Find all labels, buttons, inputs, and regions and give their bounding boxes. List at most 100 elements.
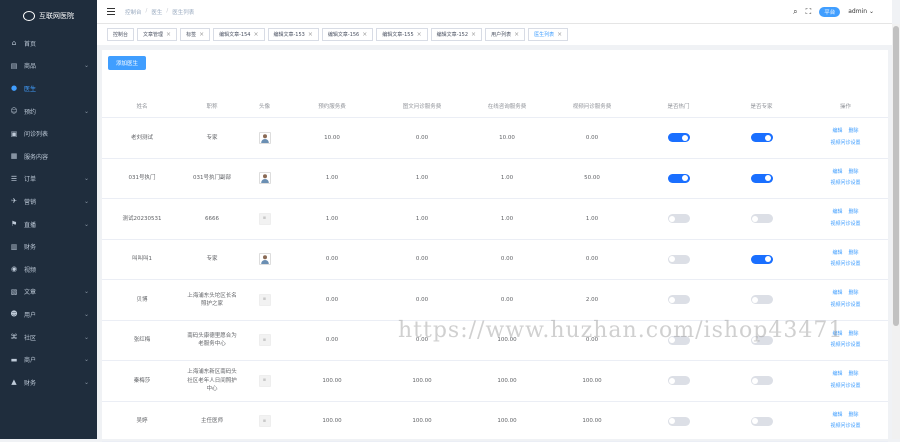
sidebar-item[interactable]: ⚑直播⌄ <box>0 213 97 236</box>
close-icon[interactable]: × <box>253 31 258 38</box>
tag-item[interactable]: 标签× <box>180 28 210 41</box>
sidebar-item[interactable]: ▤商品⌄ <box>0 55 97 78</box>
avatar[interactable] <box>259 132 271 144</box>
video-schedule-link[interactable]: 视频问诊设置 <box>830 140 860 148</box>
avatar[interactable]: ▪ <box>259 213 271 225</box>
tag-item[interactable]: 编辑文章-153× <box>268 28 319 41</box>
hot-toggle[interactable] <box>668 376 690 385</box>
search-icon[interactable]: ⌕ <box>793 7 797 17</box>
sidebar-item[interactable]: ☻用户⌄ <box>0 303 97 326</box>
delete-link[interactable]: 删除 <box>849 371 859 379</box>
edit-link[interactable]: 编辑 <box>832 169 842 177</box>
close-icon[interactable]: × <box>557 31 562 38</box>
sidebar-item[interactable]: ▬商户⌄ <box>0 348 97 371</box>
logo[interactable]: 互联网医院 <box>0 0 97 32</box>
fullscreen-icon[interactable]: ⛶ <box>806 7 812 17</box>
hot-toggle[interactable] <box>668 174 690 183</box>
sidebar-item[interactable]: ◉视频 <box>0 258 97 281</box>
sidebar-item[interactable]: ▧文章⌄ <box>0 281 97 304</box>
main-content: 添加医生 姓名职称头像预约服务费图文问诊服务费在线咨询服务费视频问诊服务费是否热… <box>97 45 892 439</box>
expert-toggle[interactable] <box>751 336 773 345</box>
avatar[interactable] <box>259 253 271 265</box>
video-schedule-link[interactable]: 视频问诊设置 <box>830 383 860 391</box>
expert-toggle[interactable] <box>751 295 773 304</box>
video-schedule-link[interactable]: 视频问诊设置 <box>830 423 860 431</box>
expert-toggle[interactable] <box>751 417 773 426</box>
hot-toggle[interactable] <box>668 214 690 223</box>
expert-toggle[interactable] <box>751 133 773 142</box>
add-doctor-button[interactable]: 添加医生 <box>108 56 146 70</box>
avatar[interactable] <box>259 172 271 184</box>
sidebar-item[interactable]: ☺预约⌄ <box>0 100 97 123</box>
sidebar-item[interactable]: ▦服务内容 <box>0 145 97 168</box>
finance2-icon: ▲ <box>10 378 18 386</box>
goods-icon: ▤ <box>10 62 18 70</box>
scrollbar-thumb[interactable] <box>893 26 899 326</box>
sidebar-item[interactable]: ⌂首页 <box>0 32 97 55</box>
hot-toggle[interactable] <box>668 255 690 264</box>
content-card: 添加医生 姓名职称头像预约服务费图文问诊服务费在线咨询服务费视频问诊服务费是否热… <box>102 50 888 439</box>
edit-link[interactable]: 编辑 <box>832 128 842 136</box>
tag-item[interactable]: 文章管理× <box>137 28 177 41</box>
delete-link[interactable]: 删除 <box>849 331 859 339</box>
hot-toggle[interactable] <box>668 417 690 426</box>
edit-link[interactable]: 编辑 <box>832 331 842 339</box>
sidebar-item[interactable]: ▥财务 <box>0 235 97 258</box>
edit-link[interactable]: 编辑 <box>832 250 842 258</box>
hot-toggle[interactable] <box>668 295 690 304</box>
delete-link[interactable]: 删除 <box>849 290 859 298</box>
video-schedule-link[interactable]: 视频问诊设置 <box>830 261 860 269</box>
video-consult-fee: 0.00 <box>547 336 637 344</box>
edit-link[interactable]: 编辑 <box>832 412 842 420</box>
sidebar-item[interactable]: ●医生 <box>0 77 97 100</box>
online-consult-fee: 10.00 <box>467 134 547 142</box>
expert-toggle[interactable] <box>751 174 773 183</box>
tag-item[interactable]: 编辑文章-154× <box>213 28 264 41</box>
edit-link[interactable]: 编辑 <box>832 209 842 217</box>
delete-link[interactable]: 删除 <box>849 209 859 217</box>
avatar[interactable]: ▪ <box>259 294 271 306</box>
hot-toggle[interactable] <box>668 336 690 345</box>
sidebar-item[interactable]: ⌘社区⌄ <box>0 326 97 349</box>
expert-toggle[interactable] <box>751 376 773 385</box>
edit-link[interactable]: 编辑 <box>832 371 842 379</box>
close-icon[interactable]: × <box>199 31 204 38</box>
breadcrumb-item[interactable]: 医生 <box>151 8 162 16</box>
page-scrollbar[interactable] <box>892 24 900 439</box>
expert-toggle[interactable] <box>751 214 773 223</box>
video-schedule-link[interactable]: 视频问诊设置 <box>830 180 860 188</box>
delete-link[interactable]: 删除 <box>849 169 859 177</box>
platform-badge[interactable]: 平台 <box>819 7 840 17</box>
edit-link[interactable]: 编辑 <box>832 290 842 298</box>
close-icon[interactable]: × <box>166 31 171 38</box>
video-schedule-link[interactable]: 视频问诊设置 <box>830 221 860 229</box>
tag-item[interactable]: 医生列表× <box>528 28 568 41</box>
sidebar-item[interactable]: ☰订单⌄ <box>0 168 97 191</box>
sidebar-item[interactable]: ▲财务⌄ <box>0 371 97 394</box>
avatar[interactable]: ▪ <box>259 334 271 346</box>
close-icon[interactable]: × <box>471 31 476 38</box>
delete-link[interactable]: 删除 <box>849 250 859 258</box>
expert-toggle[interactable] <box>751 255 773 264</box>
hot-toggle[interactable] <box>668 133 690 142</box>
sidebar-item[interactable]: ✈营销⌄ <box>0 190 97 213</box>
close-icon[interactable]: × <box>308 31 313 38</box>
delete-link[interactable]: 删除 <box>849 128 859 136</box>
breadcrumb-item[interactable]: 控制台 <box>125 8 142 16</box>
tag-item[interactable]: 编辑文章-156× <box>322 28 373 41</box>
delete-link[interactable]: 删除 <box>849 412 859 420</box>
video-schedule-link[interactable]: 视频问诊设置 <box>830 302 860 310</box>
hamburger-icon[interactable] <box>107 8 115 15</box>
tag-item[interactable]: 控制台 <box>107 28 134 41</box>
avatar[interactable]: ▪ <box>259 415 271 427</box>
close-icon[interactable]: × <box>362 31 367 38</box>
user-menu[interactable]: admin ⌄ <box>848 8 874 15</box>
tag-item[interactable]: 用户列表× <box>485 28 525 41</box>
video-schedule-link[interactable]: 视频问诊设置 <box>830 342 860 350</box>
close-icon[interactable]: × <box>514 31 519 38</box>
tag-item[interactable]: 编辑文章-152× <box>431 28 482 41</box>
avatar[interactable]: ▪ <box>259 375 271 387</box>
tag-item[interactable]: 编辑文章-155× <box>376 28 427 41</box>
close-icon[interactable]: × <box>417 31 422 38</box>
sidebar-item[interactable]: ▣问诊列表 <box>0 122 97 145</box>
